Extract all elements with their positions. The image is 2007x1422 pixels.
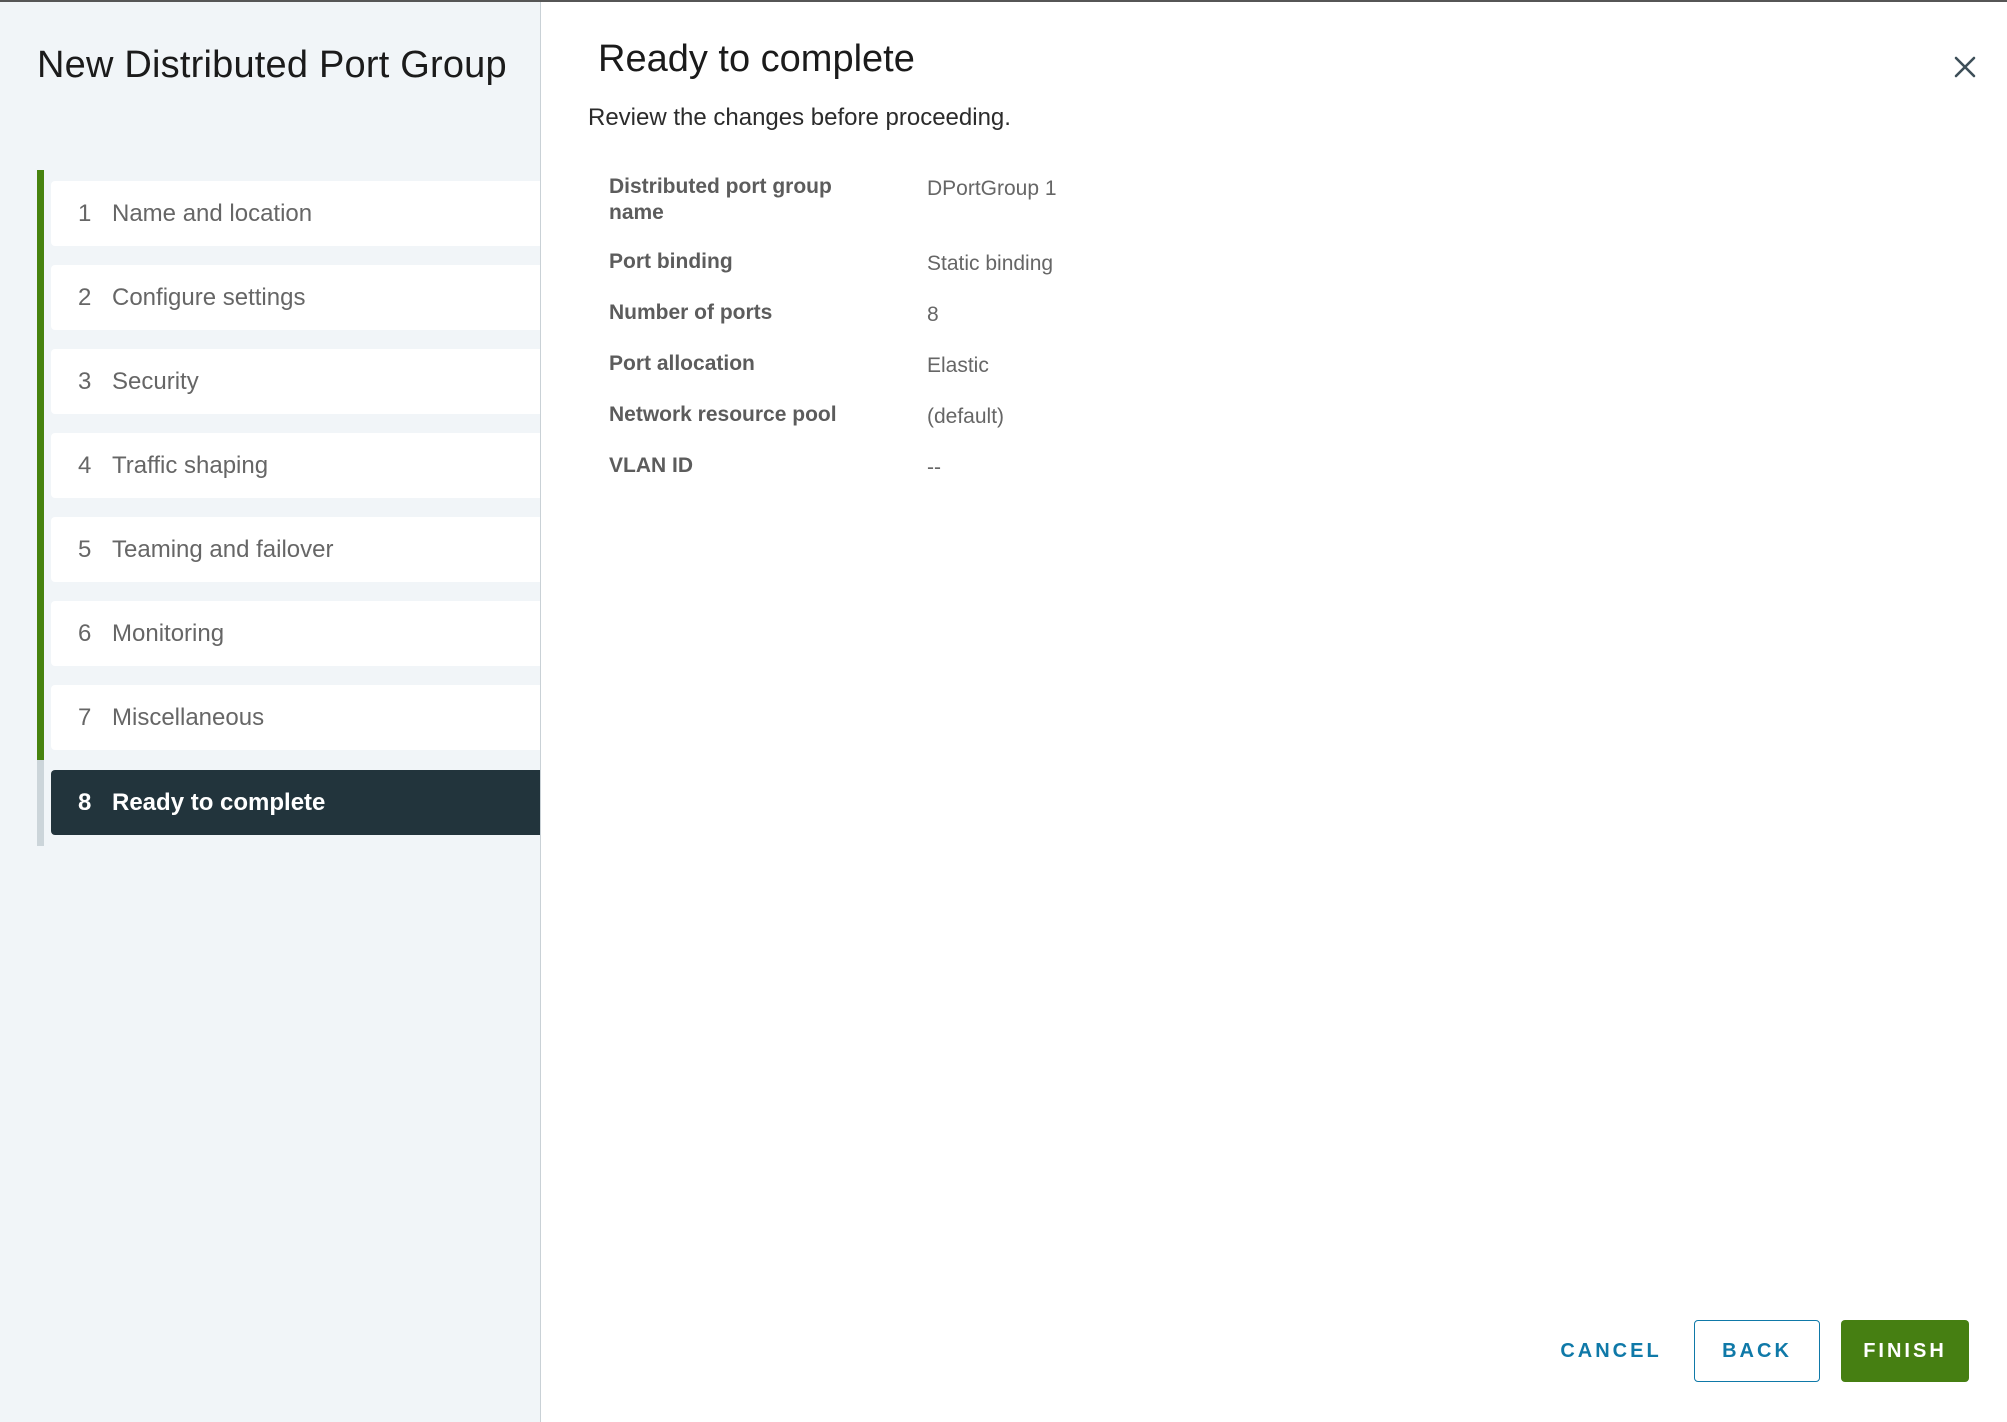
summary-value: 8 bbox=[927, 303, 939, 326]
summary-value: (default) bbox=[927, 405, 1005, 428]
progress-track-remaining bbox=[37, 760, 44, 846]
summary-row: Distributed port group name DPortGroup 1 bbox=[609, 174, 1509, 226]
summary-value: Elastic bbox=[927, 354, 989, 377]
step-number: 6 bbox=[78, 619, 92, 647]
step-teaming-and-failover[interactable]: 5 Teaming and failover bbox=[51, 517, 540, 582]
step-number: 2 bbox=[78, 283, 92, 311]
summary-label: Port binding bbox=[609, 250, 733, 273]
step-label: Security bbox=[112, 367, 199, 395]
summary-label: Distributed port group name bbox=[609, 175, 832, 224]
summary-value: Static binding bbox=[927, 252, 1054, 275]
cancel-button[interactable]: CANCEL bbox=[1550, 1320, 1672, 1382]
summary-label: Number of ports bbox=[609, 301, 773, 324]
step-security[interactable]: 3 Security bbox=[51, 349, 540, 414]
step-ready-to-complete[interactable]: 8 Ready to complete bbox=[51, 770, 540, 835]
close-button[interactable] bbox=[1948, 50, 1982, 84]
page-title: Ready to complete bbox=[598, 38, 915, 80]
page-subtitle: Review the changes before proceeding. bbox=[588, 104, 1011, 131]
step-label: Configure settings bbox=[112, 283, 306, 311]
summary-row: VLAN ID -- bbox=[609, 453, 1509, 481]
summary-row: Number of ports 8 bbox=[609, 300, 1509, 328]
back-button[interactable]: BACK bbox=[1694, 1320, 1820, 1382]
step-label: Traffic shaping bbox=[112, 451, 269, 479]
progress-track-completed bbox=[37, 170, 44, 760]
summary-table: Distributed port group name DPortGroup 1… bbox=[609, 174, 1509, 504]
summary-row: Port binding Static binding bbox=[609, 249, 1509, 277]
step-number: 1 bbox=[78, 199, 92, 227]
step-number: 8 bbox=[78, 788, 92, 816]
close-icon bbox=[1954, 56, 1976, 78]
summary-row: Port allocation Elastic bbox=[609, 351, 1509, 379]
step-monitoring[interactable]: 6 Monitoring bbox=[51, 601, 540, 666]
step-number: 3 bbox=[78, 367, 92, 395]
summary-label: Port allocation bbox=[609, 352, 755, 375]
step-label: Teaming and failover bbox=[112, 535, 334, 563]
step-miscellaneous[interactable]: 7 Miscellaneous bbox=[51, 685, 540, 750]
summary-value: DPortGroup 1 bbox=[927, 177, 1057, 200]
step-name-and-location[interactable]: 1 Name and location bbox=[51, 181, 540, 246]
step-number: 5 bbox=[78, 535, 92, 563]
step-number: 4 bbox=[78, 451, 92, 479]
step-label: Name and location bbox=[112, 199, 313, 227]
wizard-title: New Distributed Port Group bbox=[37, 44, 507, 86]
step-number: 7 bbox=[78, 703, 92, 731]
step-label: Monitoring bbox=[112, 619, 225, 647]
step-configure-settings[interactable]: 2 Configure settings bbox=[51, 265, 540, 330]
wizard-sidebar: New Distributed Port Group 1 Name and lo… bbox=[0, 2, 541, 1422]
summary-label: Network resource pool bbox=[609, 403, 837, 426]
step-traffic-shaping[interactable]: 4 Traffic shaping bbox=[51, 433, 540, 498]
step-label: Miscellaneous bbox=[112, 703, 265, 731]
summary-label: VLAN ID bbox=[609, 454, 693, 477]
finish-button[interactable]: FINISH bbox=[1841, 1320, 1969, 1382]
summary-row: Network resource pool (default) bbox=[609, 402, 1509, 430]
step-label: Ready to complete bbox=[112, 788, 326, 816]
summary-value: -- bbox=[927, 456, 941, 479]
